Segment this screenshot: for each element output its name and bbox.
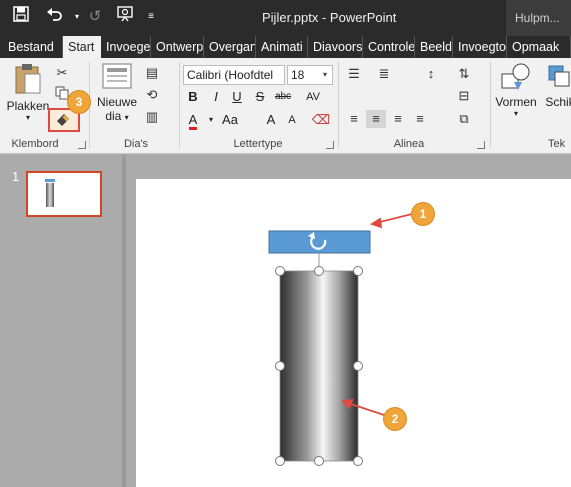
tab-opmaak[interactable]: Opmaak: [507, 36, 571, 58]
slide-thumbnail[interactable]: [26, 171, 102, 217]
strikethrough-button[interactable]: abc: [270, 87, 296, 107]
metal-cylinder-shape[interactable]: [280, 271, 358, 461]
window-title: Pijler.pptx - PowerPoint: [262, 10, 397, 25]
smartart-icon[interactable]: ⧉: [454, 110, 474, 128]
tab-invoegen[interactable]: Invoege: [101, 36, 151, 58]
section-icon[interactable]: ▥: [142, 108, 162, 126]
undo-icon[interactable]: [44, 6, 66, 28]
reset-icon[interactable]: ⟲: [142, 86, 162, 104]
shapes-button[interactable]: Vormen ▾: [494, 62, 538, 132]
ribbon-tabs: Bestand Start Invoege Ontwerp Overgan An…: [0, 36, 571, 58]
tab-overgangen[interactable]: Overgan: [204, 36, 256, 58]
present-from-start-icon[interactable]: [114, 6, 136, 28]
slide-content: [268, 213, 413, 466]
font-name-value: Calibri (Hoofdtel: [187, 68, 274, 82]
clipboard-group-label: Klembord: [11, 138, 59, 150]
font-name-combo[interactable]: Calibri (Hoofdtel: [183, 65, 285, 85]
numbering-icon[interactable]: ≣: [374, 65, 394, 83]
clear-formatting-icon[interactable]: ⌫: [311, 110, 331, 130]
title-bar: ▾ ↺ ≡ Pijler.pptx - PowerPoint Hulpm...: [0, 0, 571, 36]
italic-button[interactable]: I: [206, 87, 226, 107]
tab-start[interactable]: Start: [63, 36, 101, 58]
align-text-icon[interactable]: ⊟: [454, 87, 474, 105]
layout-icon[interactable]: ▤: [142, 64, 162, 82]
arrange-label: Schik: [545, 95, 571, 109]
font-size-combo[interactable]: 18 ▾: [287, 65, 333, 85]
group-separator: [490, 62, 491, 148]
bullets-icon[interactable]: ☰: [344, 65, 364, 83]
new-slide-label: Nieuwe: [96, 95, 138, 109]
thumb-cylinder: [46, 183, 54, 207]
new-slide-label-2: dia: [105, 109, 122, 123]
font-launcher-icon[interactable]: [326, 141, 334, 149]
new-slide-dropdown-icon: ▾: [124, 113, 129, 122]
pane-divider[interactable]: [122, 155, 126, 487]
grow-font-button[interactable]: A: [261, 110, 281, 130]
font-size-dropdown-icon: ▾: [318, 66, 332, 84]
shrink-font-button[interactable]: A: [282, 110, 302, 130]
tab-animaties[interactable]: Animati: [256, 36, 308, 58]
paragraph-launcher-icon[interactable]: [477, 141, 485, 149]
font-color-button[interactable]: A: [183, 110, 203, 130]
tell-me-search[interactable]: Hulpm...: [506, 0, 571, 36]
format-painter-icon: [57, 114, 69, 126]
tab-bestand[interactable]: Bestand: [0, 36, 63, 58]
save-icon[interactable]: [10, 6, 32, 28]
customize-qat-icon[interactable]: ≡: [140, 6, 162, 28]
paste-label: Plakken: [6, 99, 50, 113]
paragraph-group-label: Alinea: [393, 138, 425, 150]
character-spacing-button[interactable]: AV: [300, 87, 326, 107]
paste-button[interactable]: Plakken ▾: [6, 62, 50, 132]
shapes-label: Vormen: [495, 95, 537, 109]
align-center-icon[interactable]: ≡: [366, 110, 386, 128]
new-slide-icon: [102, 63, 132, 89]
bold-button[interactable]: B: [183, 87, 203, 107]
thumb-textbox: [45, 179, 55, 182]
tab-controleren[interactable]: Controle: [363, 36, 415, 58]
slides-group-label: Dia's: [123, 138, 149, 150]
align-left-icon[interactable]: ≡: [344, 110, 364, 128]
callout-badge-1: 1: [412, 203, 434, 225]
arrange-button[interactable]: Schik: [540, 62, 571, 132]
paste-dropdown-icon: ▾: [25, 113, 30, 122]
callout-badge-2: 2: [384, 408, 406, 430]
tab-invoegtoepassingen[interactable]: Invoegto: [453, 36, 507, 58]
tab-ontwerp[interactable]: Ontwerp: [151, 36, 204, 58]
group-separator: [338, 62, 339, 148]
change-case-button[interactable]: Aa: [217, 110, 243, 130]
callout-badge-3: 3: [68, 91, 90, 113]
tab-diavoorstelling[interactable]: Diavoors: [308, 36, 363, 58]
text-direction-icon[interactable]: ⇅: [454, 65, 474, 83]
tab-beeld[interactable]: Beeld: [415, 36, 453, 58]
shadow-button[interactable]: S: [250, 87, 270, 107]
redo-icon[interactable]: ↺: [84, 6, 106, 28]
shapes-dropdown-icon: ▾: [513, 109, 518, 118]
cut-icon[interactable]: ✂: [52, 64, 72, 82]
clipboard-launcher-icon[interactable]: [78, 141, 86, 149]
slide-canvas[interactable]: [136, 179, 571, 487]
align-right-icon[interactable]: ≡: [388, 110, 408, 128]
underline-button[interactable]: U: [227, 87, 247, 107]
font-size-value: 18: [291, 68, 305, 82]
new-slide-button[interactable]: Nieuwe dia ▾: [94, 62, 140, 132]
clipboard-icon: [15, 64, 41, 94]
drawing-group-label: Tek: [548, 138, 566, 150]
font-color-letter: A: [188, 112, 198, 130]
slide-thumbnails-pane: 1: [0, 155, 122, 487]
font-group-label: Lettertype: [233, 138, 283, 150]
justify-icon[interactable]: ≡: [410, 110, 430, 128]
shapes-icon: [501, 63, 530, 90]
slide-number: 1: [12, 169, 20, 184]
line-spacing-icon[interactable]: ↕: [421, 65, 441, 83]
group-separator: [179, 62, 180, 148]
arrange-icon: [548, 65, 570, 87]
